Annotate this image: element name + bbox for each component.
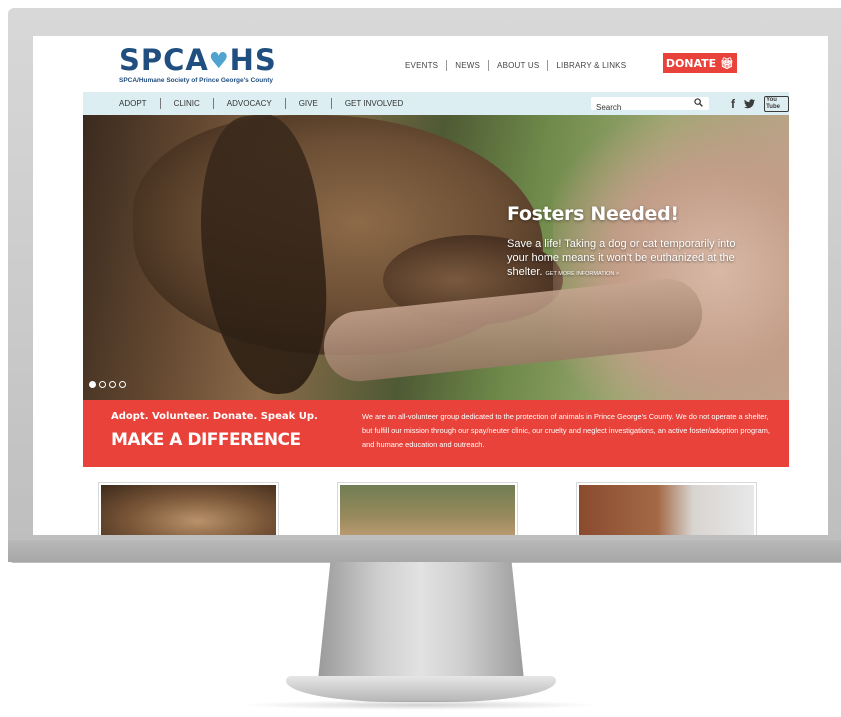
monitor-stand (318, 562, 524, 680)
logo-text-start: SPCA (119, 43, 209, 77)
site-logo[interactable]: SPCA♥HS SPCA/Humane Society of Prince Ge… (119, 45, 279, 84)
mission-band: Adopt. Volunteer. Donate. Speak Up. MAKE… (83, 400, 789, 467)
logo-subtitle: SPCA/Humane Society of Prince George's C… (119, 77, 273, 84)
gift-icon: 🎁︎ (720, 56, 735, 70)
top-nav: EVENTS NEWS ABOUT US LIBRARY & LINKS (405, 60, 626, 71)
dog-thumbnail (101, 485, 276, 535)
divider (488, 60, 490, 71)
nav-item-get-involved[interactable]: GET INVOLVED (345, 99, 403, 108)
band-tagline: Adopt. Volunteer. Donate. Speak Up. (111, 411, 318, 422)
divider (446, 60, 448, 71)
slider-dot[interactable] (109, 381, 116, 388)
divider (547, 60, 549, 71)
hero-title: Fosters Needed! (507, 203, 679, 225)
feature-card-cat[interactable] (576, 482, 757, 535)
facebook-icon[interactable]: f (731, 97, 735, 111)
hero-body-text: Save a life! Taking a dog or cat tempora… (507, 238, 736, 278)
cat-thumbnail (579, 485, 754, 535)
top-nav-library-links[interactable]: LIBRARY & LINKS (556, 61, 626, 70)
logo-text-end: HS (229, 43, 277, 77)
slider-dot[interactable] (99, 381, 106, 388)
paw-heart-icon: ♥ (208, 49, 230, 74)
monitor-base (286, 676, 556, 702)
divider (330, 98, 332, 109)
hero-slider[interactable]: Fosters Needed! Save a life! Taking a do… (83, 115, 789, 400)
monitor-chin (8, 540, 841, 562)
logo-wordmark: SPCA♥HS (119, 45, 279, 77)
top-nav-about-us[interactable]: ABOUT US (497, 61, 539, 70)
twitter-icon[interactable] (744, 98, 756, 110)
band-headline: MAKE A DIFFERENCE (111, 430, 301, 450)
social-links: f You Tube (731, 96, 789, 112)
main-nav-bar: ADOPT CLINIC ADVOCACY GIVE GET INVOLVED … (83, 92, 789, 115)
slider-dot[interactable] (89, 381, 96, 388)
nav-item-adopt[interactable]: ADOPT (119, 99, 147, 108)
donate-label: DONATE (665, 56, 717, 70)
nav-item-clinic[interactable]: CLINIC (174, 99, 200, 108)
top-nav-events[interactable]: EVENTS (405, 61, 438, 70)
monitor-shadow (240, 700, 600, 710)
nav-item-give[interactable]: GIVE (299, 99, 318, 108)
donate-button[interactable]: DONATE 🎁︎ (663, 53, 737, 73)
slider-dots (89, 381, 126, 388)
divider (284, 98, 286, 109)
nav-item-advocacy[interactable]: ADVOCACY (227, 99, 272, 108)
slider-dot[interactable] (119, 381, 126, 388)
search-icon[interactable] (694, 98, 703, 107)
band-mission-text: We are an all-volunteer group dedicated … (362, 412, 770, 449)
divider (212, 98, 214, 109)
hero-more-info-link[interactable]: GET MORE INFORMATION > (546, 271, 620, 277)
search-box (591, 97, 709, 114)
website-screen: SPCA♥HS SPCA/Humane Society of Prince Ge… (33, 36, 828, 535)
feature-card-puppy[interactable] (337, 482, 518, 535)
top-nav-news[interactable]: NEWS (455, 61, 480, 70)
puppy-thumbnail (340, 485, 515, 535)
divider (159, 98, 161, 109)
youtube-icon[interactable]: You Tube (764, 96, 789, 112)
search-input[interactable] (591, 101, 691, 114)
feature-card-dog[interactable] (98, 482, 279, 535)
hero-body: Save a life! Taking a dog or cat tempora… (507, 237, 757, 281)
main-nav: ADOPT CLINIC ADVOCACY GIVE GET INVOLVED (119, 92, 403, 115)
